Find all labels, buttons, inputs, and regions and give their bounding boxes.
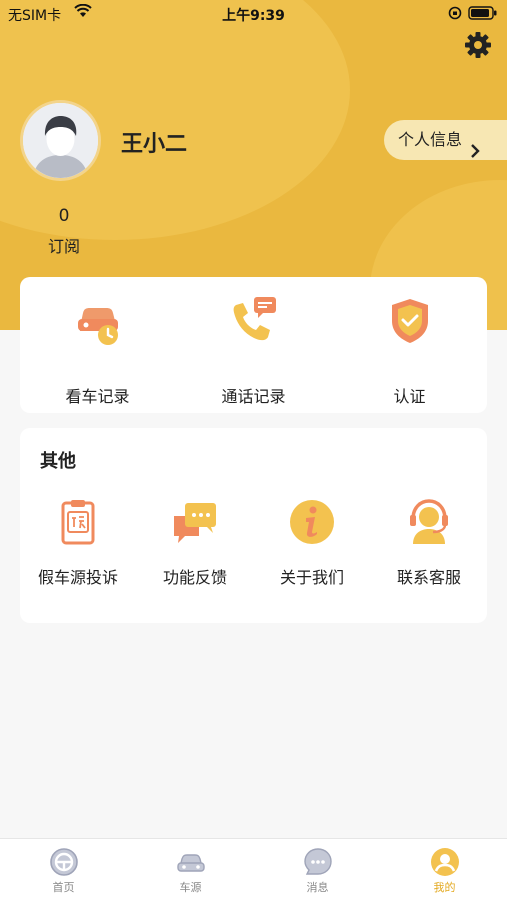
- shield-check-icon: [386, 297, 434, 345]
- bottom-tab-bar: 首页 车源 消息 我的: [0, 838, 507, 900]
- call-history-item[interactable]: 通话记录: [176, 295, 331, 406]
- message-icon: [303, 847, 333, 877]
- others-card: 其他 假车源投诉 功能反馈 关于我们 联系客服: [20, 428, 487, 623]
- car-viewing-history-label: 看车记录: [65, 387, 130, 406]
- call-history-label: 通话记录: [221, 387, 286, 406]
- phone-call-history-icon: [230, 297, 278, 345]
- fake-listing-complaint-item[interactable]: 假车源投诉: [20, 496, 136, 596]
- feedback-chat-icon: [171, 498, 219, 546]
- steering-wheel-icon: [49, 847, 79, 877]
- orientation-lock-icon: [448, 6, 462, 24]
- tab-messages-label: 消息: [306, 881, 329, 894]
- personal-info-label: 个人信息: [398, 130, 463, 149]
- clock: 上午9:39: [222, 8, 285, 24]
- customer-service-item[interactable]: 联系客服: [371, 496, 487, 596]
- settings-gear-icon[interactable]: [463, 30, 493, 60]
- verification-item[interactable]: 认证: [332, 295, 487, 406]
- tab-car-listings[interactable]: 车源: [127, 845, 254, 897]
- car-viewing-history-item[interactable]: 看车记录: [20, 295, 175, 406]
- subscription-label[interactable]: 订阅: [40, 233, 88, 257]
- records-card: 看车记录 通话记录 认证: [20, 277, 487, 413]
- about-us-item[interactable]: 关于我们: [254, 496, 370, 596]
- others-title: 其他: [40, 451, 76, 472]
- battery-icon: [468, 6, 498, 24]
- tab-car-listings-label: 车源: [179, 881, 202, 894]
- customer-service-label: 联系客服: [396, 568, 461, 587]
- profile-icon: [430, 847, 460, 877]
- user-name: 王小二: [121, 132, 188, 157]
- status-bar: 无SIM卡 上午9:39: [0, 0, 507, 28]
- customer-service-icon: [405, 498, 453, 546]
- verification-label: 认证: [393, 387, 426, 406]
- info-icon: [288, 498, 336, 546]
- chevron-right-icon: [470, 133, 480, 173]
- fake-listing-complaint-label: 假车源投诉: [37, 568, 118, 587]
- feedback-label: 功能反馈: [162, 568, 227, 587]
- about-us-label: 关于我们: [279, 568, 344, 587]
- personal-info-button[interactable]: 个人信息: [384, 120, 507, 160]
- feedback-item[interactable]: 功能反馈: [137, 496, 253, 596]
- tab-mine-label: 我的: [433, 881, 456, 894]
- tab-home[interactable]: 首页: [0, 845, 127, 897]
- subscription-count[interactable]: 0: [40, 206, 88, 226]
- tab-messages[interactable]: 消息: [254, 845, 381, 897]
- complaint-clipboard-icon: [54, 498, 102, 546]
- tab-home-label: 首页: [52, 881, 75, 894]
- car-viewing-history-icon: [74, 297, 122, 345]
- tab-mine[interactable]: 我的: [381, 845, 507, 897]
- car-icon: [176, 847, 206, 877]
- avatar[interactable]: [20, 100, 101, 181]
